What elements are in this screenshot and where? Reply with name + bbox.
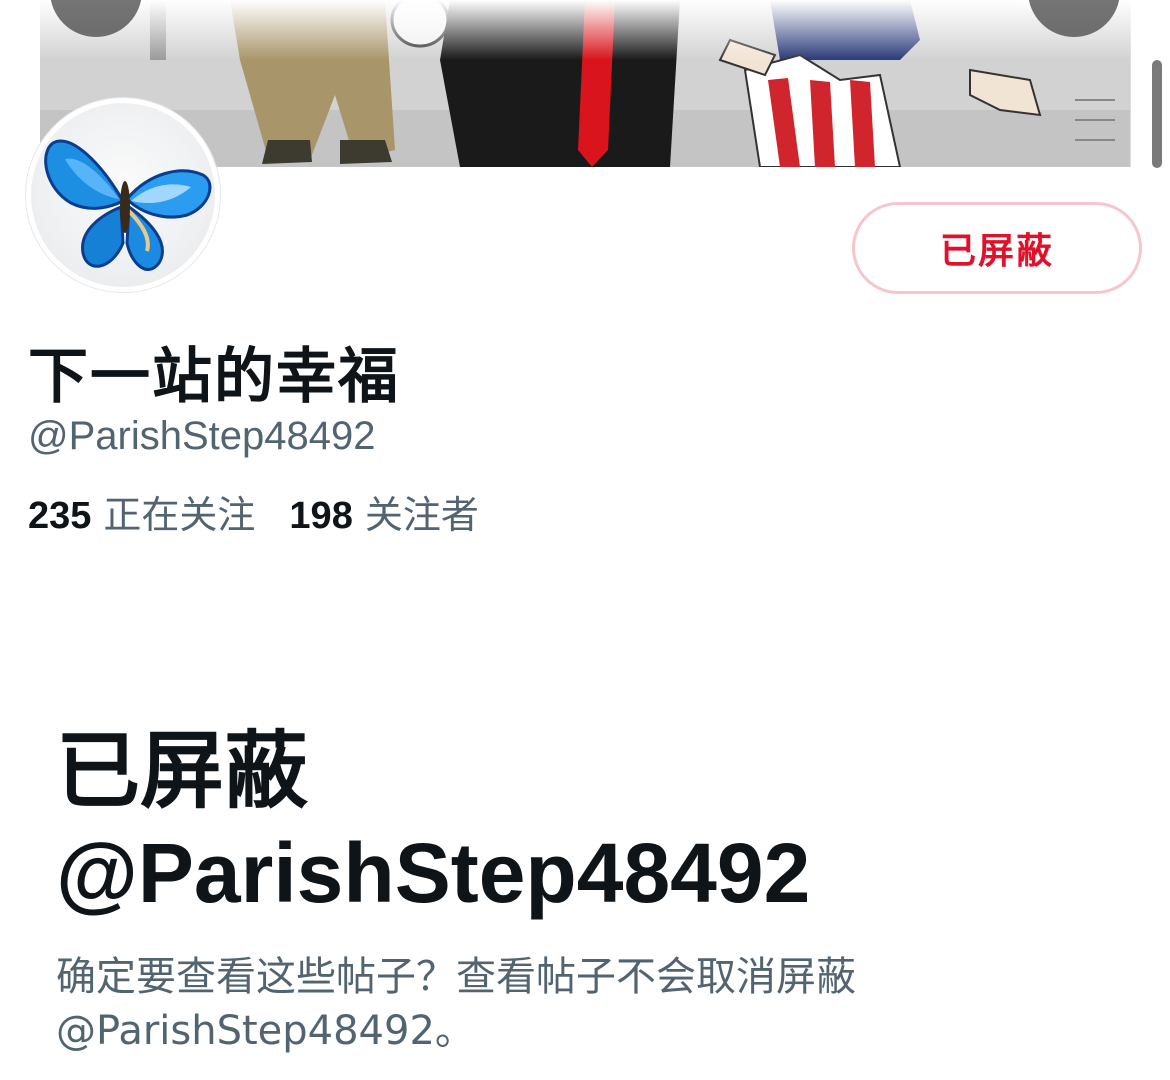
blocked-notice-handle: @ParishStep48492 bbox=[56, 826, 811, 920]
display-name: 下一站的幸福 bbox=[28, 342, 400, 412]
blocked-notice-line-2: @ParishStep48492。 bbox=[56, 1008, 475, 1054]
following-link[interactable]: 235 正在关注 bbox=[28, 484, 255, 539]
scrollbar[interactable] bbox=[1152, 60, 1162, 168]
following-count: 235 bbox=[28, 495, 92, 537]
follow-stats: 235 正在关注 198 关注者 bbox=[28, 484, 479, 539]
blocked-notice-line-1: 确定要查看这些帖子？查看帖子不会取消屏蔽 bbox=[56, 954, 856, 1000]
user-handle: @ParishStep48492 bbox=[28, 414, 376, 458]
profile-page: 已屏蔽 下一站的幸福 @ParishStep48492 235 正在关注 198 关… bbox=[0, 0, 1170, 1080]
following-label: 正在关注 bbox=[103, 493, 256, 537]
search-icon bbox=[910, 0, 1002, 37]
search-button[interactable] bbox=[910, 0, 1002, 37]
followers-label: 关注者 bbox=[364, 493, 479, 537]
butterfly-icon bbox=[44, 139, 212, 271]
followers-link[interactable]: 198 关注者 bbox=[289, 484, 478, 539]
followers-count: 198 bbox=[289, 495, 353, 537]
avatar[interactable] bbox=[26, 98, 220, 292]
blocked-notice-body: 确定要查看这些帖子？查看帖子不会取消屏蔽 @ParishStep48492。 bbox=[56, 950, 1136, 1058]
blocked-notice-title: 已屏蔽 bbox=[56, 722, 309, 820]
blocked-button-label: 已屏蔽 bbox=[939, 231, 1054, 272]
blocked-button[interactable]: 已屏蔽 bbox=[852, 202, 1142, 294]
